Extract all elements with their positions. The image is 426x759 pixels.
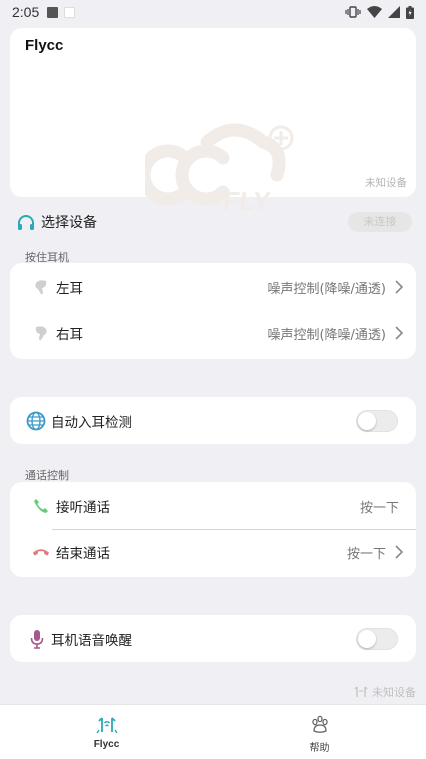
phone-answer-icon xyxy=(32,497,50,515)
signal-icon xyxy=(388,6,400,18)
right-earbud-icon xyxy=(32,324,50,342)
footer-device-status-label: 未知设备 xyxy=(372,686,416,699)
left-ear-row[interactable]: 左耳 噪声控制(降噪/通透) xyxy=(10,263,416,311)
select-device-row[interactable]: 选择设备 未连接 xyxy=(17,210,412,234)
footer-device-status: 未知设备 xyxy=(354,684,416,700)
nav-label-help: 帮助 xyxy=(309,743,330,754)
globe-icon xyxy=(26,411,46,431)
call-control-section-label: 通话控制 xyxy=(25,469,69,482)
left-ear-title: 左耳 xyxy=(56,281,83,297)
answer-call-value: 按一下 xyxy=(359,500,399,516)
call-control-card: 接听通话 按一下 结束通话 按一下 xyxy=(10,482,416,577)
flycc-logo-watermark: FLY xyxy=(145,123,294,216)
connection-status-button[interactable]: 未连接 xyxy=(348,212,412,232)
toggle-knob xyxy=(358,629,376,648)
right-ear-row[interactable]: 右耳 噪声控制(降噪/通透) xyxy=(10,309,416,357)
device-status-label: 未知设备 xyxy=(365,177,407,189)
left-earbud-icon xyxy=(32,278,50,296)
auto-detect-toggle[interactable] xyxy=(356,409,398,432)
nav-item-help[interactable]: 帮助 xyxy=(213,705,426,759)
answer-call-title: 接听通话 xyxy=(56,500,110,516)
bottom-navigation: Flycc 帮助 xyxy=(0,704,426,759)
auto-detect-title: 自动入耳检测 xyxy=(51,414,132,431)
voice-wake-title: 耳机语音唤醒 xyxy=(51,632,132,649)
earbuds-nav-icon xyxy=(95,717,118,734)
right-ear-value: 噪声控制(降噪/通透) xyxy=(267,327,386,343)
auto-detect-card: 自动入耳检测 xyxy=(10,397,416,444)
notification-icon xyxy=(47,6,59,18)
end-call-value: 按一下 xyxy=(346,546,386,562)
device-hero-card: Flycc FLY 未知设备 xyxy=(10,28,416,216)
status-time: 2:05 xyxy=(12,4,40,20)
left-ear-value: 噪声控制(降噪/通透) xyxy=(267,281,386,297)
headphones-icon xyxy=(18,214,34,230)
chevron-right-icon xyxy=(386,279,412,295)
end-call-row[interactable]: 结束通话 按一下 xyxy=(10,528,416,576)
vibrate-icon xyxy=(345,6,361,18)
nav-item-flycc[interactable]: Flycc xyxy=(0,705,213,759)
auto-detect-row: 自动入耳检测 xyxy=(10,397,416,444)
press-hold-card: 左耳 噪声控制(降噪/通透) 右耳 噪声控制(降噪/通透) xyxy=(10,263,416,359)
microphone-icon xyxy=(28,629,46,649)
status-bar: 2:05 xyxy=(0,0,426,24)
right-ear-title: 右耳 xyxy=(56,327,83,343)
end-call-title: 结束通话 xyxy=(56,546,110,562)
toggle-knob xyxy=(358,411,376,430)
select-device-label: 选择设备 xyxy=(41,215,97,231)
phone-hangup-icon xyxy=(32,543,50,561)
voice-wake-card: 耳机语音唤醒 xyxy=(10,615,416,662)
brand-title: Flycc xyxy=(25,37,64,54)
wifi-icon xyxy=(367,6,382,18)
paw-help-icon xyxy=(311,715,328,733)
answer-call-row[interactable]: 接听通话 按一下 xyxy=(10,482,416,530)
voice-wake-toggle[interactable] xyxy=(356,627,398,650)
earbuds-icon xyxy=(354,686,368,697)
voice-wake-row: 耳机语音唤醒 xyxy=(10,615,416,662)
chevron-right-icon xyxy=(386,544,412,560)
battery-icon xyxy=(406,5,414,19)
chevron-right-icon xyxy=(386,325,412,341)
nav-label-flycc: Flycc xyxy=(93,739,120,750)
notification-icon-2 xyxy=(64,6,76,18)
